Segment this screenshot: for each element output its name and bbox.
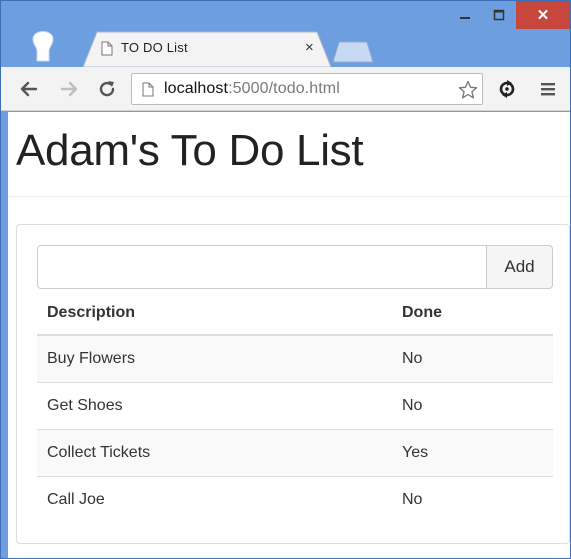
url-host: localhost xyxy=(164,80,229,97)
item-description: Buy Flowers xyxy=(37,334,392,382)
item-done: No xyxy=(392,334,553,382)
page-content: Adam's To Do List Add Description Done B… xyxy=(8,112,570,558)
url-path: :5000/todo.html xyxy=(228,80,340,97)
minimize-button[interactable] xyxy=(448,1,482,29)
item-description: Call Joe xyxy=(37,475,392,523)
table-row: Collect Tickets Yes xyxy=(37,428,553,476)
item-done: No xyxy=(392,475,553,523)
profile-icon[interactable] xyxy=(29,25,57,63)
table-row: Get Shoes No xyxy=(37,381,553,429)
tab-title: TO DO List xyxy=(121,40,188,55)
add-task-group: Add xyxy=(37,245,553,289)
todo-table: Description Done Buy Flowers No Get Shoe… xyxy=(37,291,553,523)
new-tab-button[interactable] xyxy=(331,41,375,63)
table-header-row: Description Done xyxy=(37,291,553,336)
browser-toolbar: localhost:5000/todo.html xyxy=(1,67,570,111)
task-input[interactable] xyxy=(37,245,487,289)
close-icon: ✕ xyxy=(536,7,550,24)
sync-icon[interactable] xyxy=(497,79,517,99)
reload-icon[interactable] xyxy=(97,79,117,99)
table-row: Call Joe No xyxy=(37,475,553,523)
item-done: Yes xyxy=(392,428,553,476)
item-description: Collect Tickets xyxy=(37,428,392,476)
forward-arrow-icon[interactable] xyxy=(59,79,79,99)
todo-panel: Add Description Done Buy Flowers No Get … xyxy=(16,224,570,544)
column-header-done: Done xyxy=(392,291,553,336)
item-description: Get Shoes xyxy=(37,381,392,429)
page-icon xyxy=(101,41,113,56)
star-icon[interactable] xyxy=(458,80,478,100)
divider xyxy=(8,196,570,197)
url-text: localhost:5000/todo.html xyxy=(164,80,340,98)
menu-icon[interactable] xyxy=(538,79,558,99)
browser-window: TO DO List × ✕ localhost:5000/todo.html … xyxy=(0,0,571,559)
close-window-button[interactable]: ✕ xyxy=(516,1,570,29)
item-done: No xyxy=(392,381,553,429)
title-bar: TO DO List × ✕ xyxy=(1,1,570,67)
back-arrow-icon[interactable] xyxy=(19,79,39,99)
maximize-button[interactable] xyxy=(482,1,516,29)
minimize-icon xyxy=(460,17,470,19)
address-bar[interactable]: localhost:5000/todo.html xyxy=(131,73,483,105)
table-row: Buy Flowers No xyxy=(37,334,553,382)
tab-todo-list[interactable]: TO DO List × xyxy=(83,31,331,67)
page-title: Adam's To Do List xyxy=(16,126,364,175)
maximize-icon xyxy=(493,9,505,21)
tab-close-icon[interactable]: × xyxy=(305,39,314,56)
column-header-description: Description xyxy=(37,291,392,336)
add-button[interactable]: Add xyxy=(486,245,553,289)
page-icon xyxy=(142,82,154,97)
